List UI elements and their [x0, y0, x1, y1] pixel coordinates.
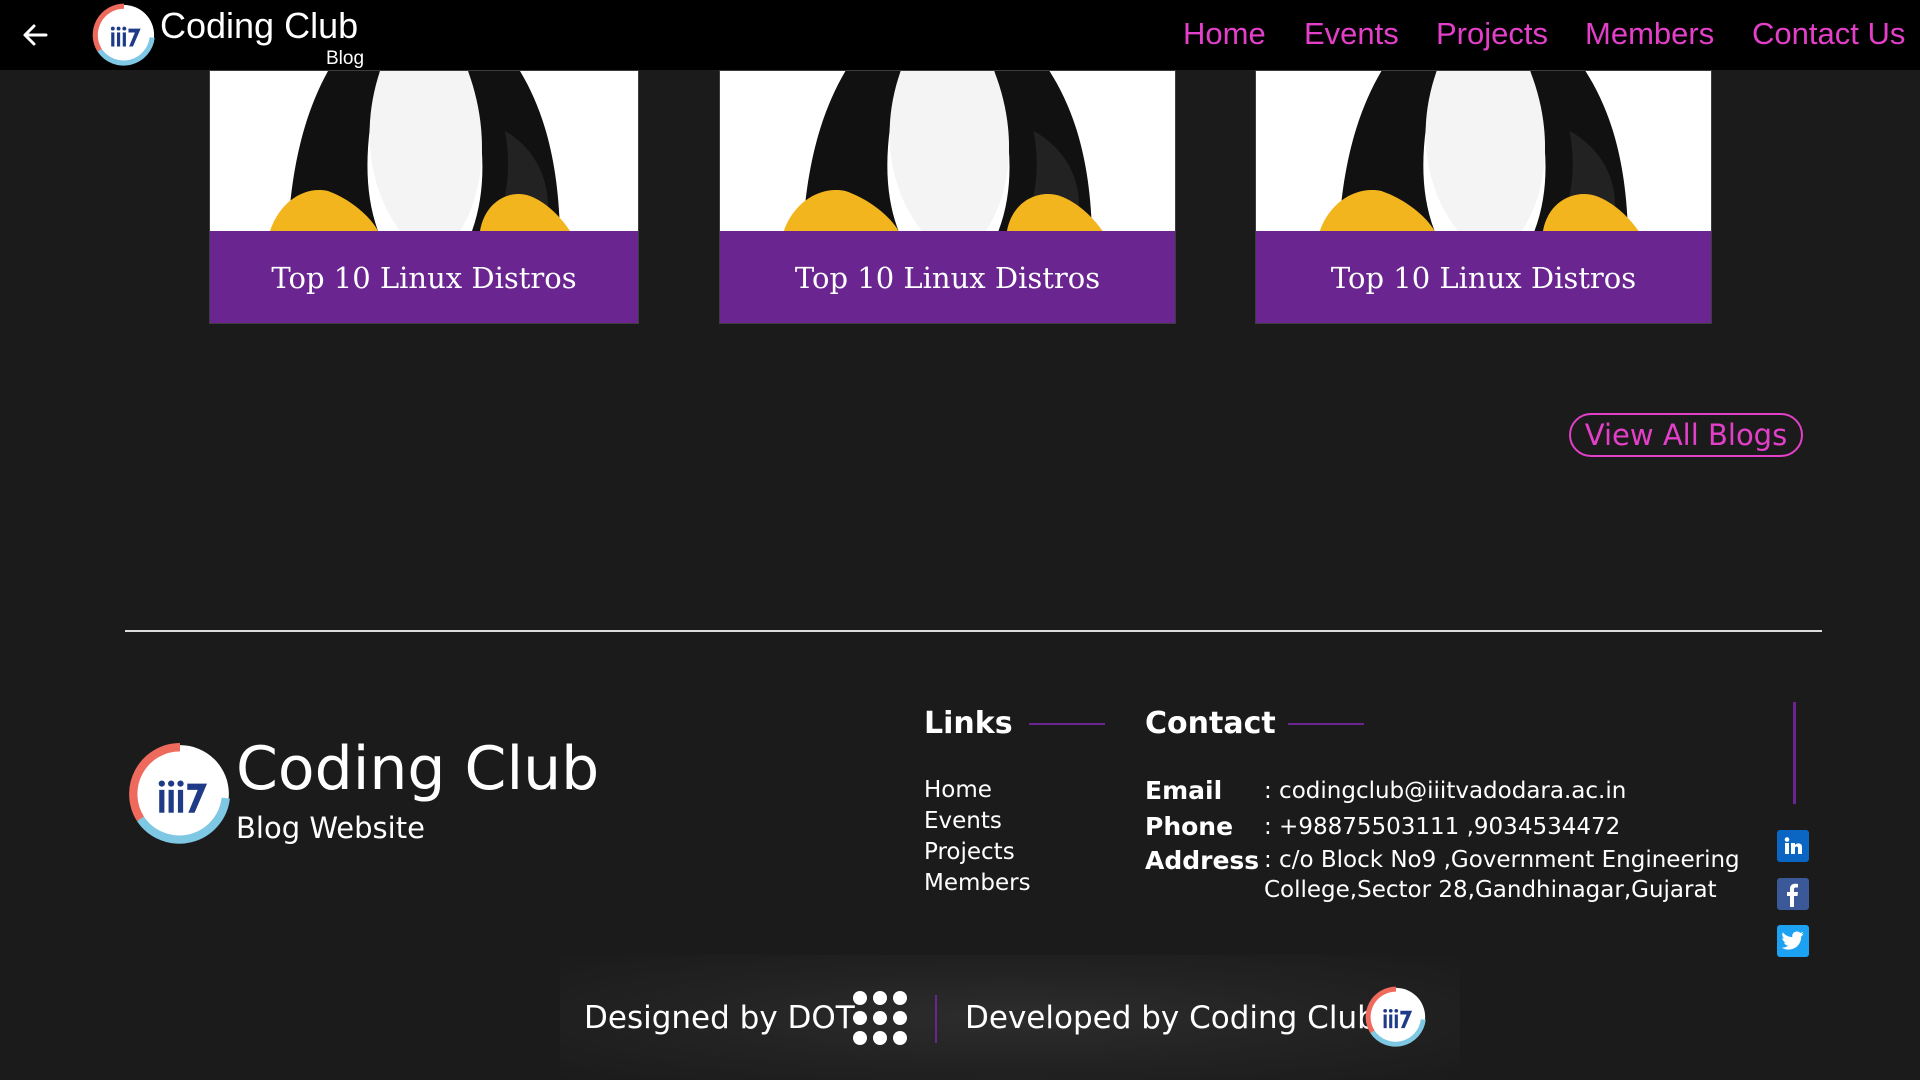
twitter-icon[interactable]: [1777, 925, 1809, 957]
contact-heading-underline: [1288, 723, 1364, 725]
phone-value: : +98875503111 ,9034534472: [1264, 814, 1621, 840]
email-value[interactable]: : codingclub@iiitvadodara.ac.in: [1264, 776, 1626, 807]
nav-projects[interactable]: Projects: [1436, 14, 1548, 54]
developed-by-text: Developed by Coding Club: [965, 1000, 1377, 1036]
footer-link-members[interactable]: Members: [924, 868, 1031, 898]
blog-card-title: Top 10 Linux Distros: [720, 231, 1175, 323]
nav-contact-us[interactable]: Contact Us: [1752, 14, 1905, 54]
nav-members[interactable]: Members: [1585, 14, 1714, 54]
credits-separator: [935, 995, 937, 1043]
blog-card-image: [210, 71, 638, 231]
dot-logo: [853, 991, 907, 1045]
back-arrow-icon[interactable]: [18, 18, 52, 52]
linkedin-icon[interactable]: [1777, 830, 1809, 862]
links-heading: Links: [924, 706, 1013, 741]
brand-subtitle: Blog: [326, 48, 365, 69]
footer-divider: [125, 630, 1822, 632]
coding-club-credit-logo: [1365, 986, 1427, 1048]
nav-home[interactable]: Home: [1183, 14, 1266, 54]
footer-brand-subtitle: Blog Website: [236, 811, 425, 845]
footer-link-projects[interactable]: Projects: [924, 837, 1015, 867]
top-navbar: Coding Club Blog Home Events Projects Me…: [0, 0, 1920, 70]
social-divider: [1793, 702, 1796, 804]
phone-label: Phone: [1145, 812, 1234, 841]
blog-card[interactable]: Top 10 Linux Distros: [719, 70, 1176, 324]
coding-club-footer-logo: [128, 742, 232, 846]
email-label: Email: [1145, 776, 1223, 805]
footer-link-events[interactable]: Events: [924, 806, 1002, 836]
coding-club-logo[interactable]: [92, 3, 156, 67]
nav-events[interactable]: Events: [1304, 14, 1399, 54]
blog-card-title: Top 10 Linux Distros: [210, 231, 638, 323]
view-all-blogs-button[interactable]: View All Blogs: [1569, 413, 1803, 457]
blog-card-title: Top 10 Linux Distros: [1256, 231, 1711, 323]
designed-by-text: Designed by DOT: [584, 1000, 855, 1036]
footer-brand-title: Coding Club: [236, 734, 600, 804]
links-heading-underline: [1029, 723, 1105, 725]
blog-card-image: [720, 71, 1175, 231]
address-label: Address: [1145, 846, 1260, 875]
blog-card-image: [1256, 71, 1711, 231]
address-line-1: : c/o Block No9 ,Government Engineering: [1264, 847, 1740, 873]
blog-card[interactable]: Top 10 Linux Distros: [209, 70, 639, 324]
brand-title: Coding Club: [160, 5, 359, 46]
facebook-icon[interactable]: [1777, 878, 1809, 910]
footer-link-home[interactable]: Home: [924, 775, 992, 805]
blog-card[interactable]: Top 10 Linux Distros: [1255, 70, 1712, 324]
address-line-2: College,Sector 28,Gandhinagar,Gujarat: [1264, 877, 1717, 903]
contact-heading: Contact: [1145, 706, 1276, 741]
